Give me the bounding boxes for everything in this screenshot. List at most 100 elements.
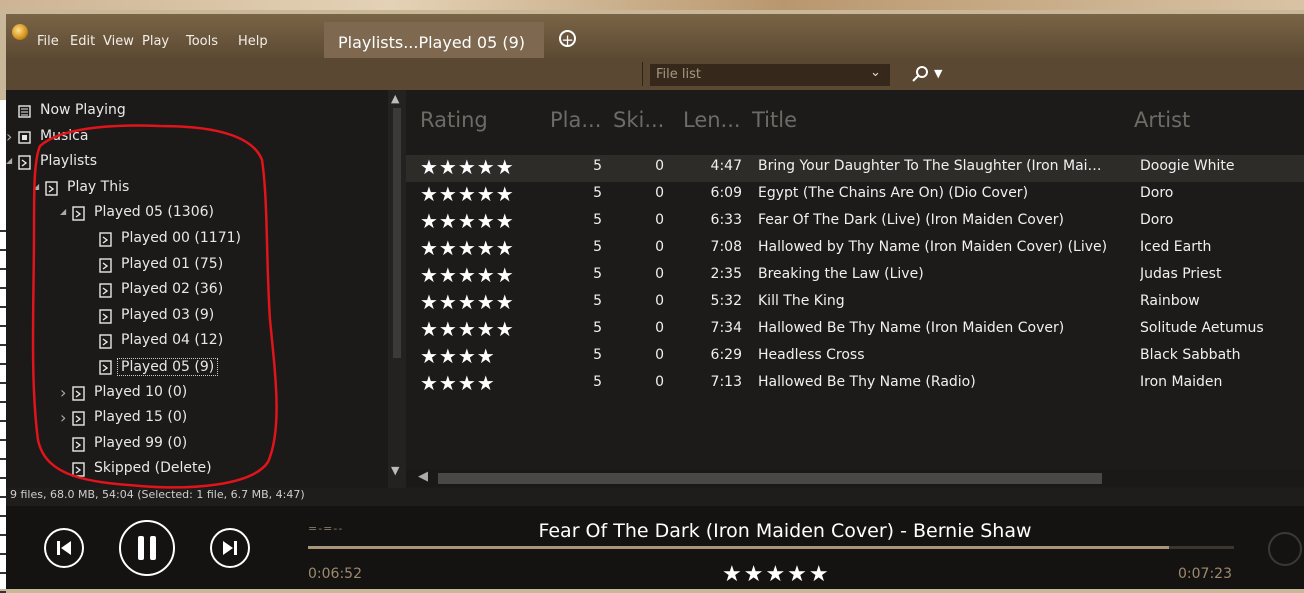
track-row[interactable]: ★★★★★ 5 0 7:08 Hallowed by Thy Name (Iron Ma… bbox=[406, 236, 1304, 263]
progress-bar[interactable] bbox=[308, 546, 1234, 549]
track-row[interactable]: ★★★★★ 5 0 6:09 Egypt (The Chains Are On) (Di… bbox=[406, 182, 1304, 209]
search-icon[interactable] bbox=[910, 64, 932, 84]
search-dropdown-icon[interactable]: ▼ bbox=[934, 67, 942, 80]
collapse-icon[interactable]: ◢ bbox=[6, 156, 12, 165]
menu-file[interactable]: File bbox=[37, 34, 59, 49]
horizontal-scrollbar[interactable]: ◀ bbox=[406, 469, 1304, 487]
tree-item-label: Played 02 (36) bbox=[121, 281, 224, 298]
playlist-icon bbox=[45, 181, 58, 196]
expand-icon[interactable]: › bbox=[60, 383, 66, 402]
playlist-icon bbox=[99, 257, 112, 273]
column-header-artist[interactable]: Artist bbox=[1134, 108, 1190, 132]
skipped-count: 0 bbox=[655, 266, 664, 282]
column-header-skipped[interactable]: Ski... bbox=[613, 108, 664, 132]
tree-item-label: Play This bbox=[67, 178, 130, 195]
track-row[interactable]: ★★★★★ 5 0 5:32 Kill The King Rainbow bbox=[406, 290, 1304, 317]
tree-item-label: Played 04 (12) bbox=[121, 332, 224, 349]
rating-stars: ★★★★★ bbox=[420, 263, 515, 287]
column-header-length[interactable]: Len... bbox=[683, 108, 741, 132]
horizontal-scroll-thumb[interactable] bbox=[438, 473, 1102, 484]
track-row[interactable]: ★★★★★ 5 0 4:47 Bring Your Daughter To The Sl… bbox=[406, 155, 1304, 182]
column-header-title[interactable]: Title bbox=[752, 108, 797, 132]
track-title: Kill The King bbox=[758, 293, 845, 309]
rating-stars: ★★★★ bbox=[420, 344, 496, 368]
now-playing-title: Fear Of The Dark (Iron Maiden Cover) - B… bbox=[538, 520, 1032, 542]
played-count: 5 bbox=[593, 239, 602, 255]
desktop-background bbox=[0, 0, 1304, 10]
expand-icon[interactable]: › bbox=[60, 408, 66, 427]
played-count: 5 bbox=[593, 185, 602, 201]
column-header-played[interactable]: Pla... bbox=[550, 108, 601, 132]
played-count: 5 bbox=[593, 347, 602, 363]
tree-item-label: Played 15 (0) bbox=[94, 409, 188, 426]
scroll-thumb[interactable] bbox=[393, 108, 401, 358]
view-select[interactable]: File list ⌄ bbox=[650, 64, 890, 86]
menu-play[interactable]: Play bbox=[142, 34, 169, 49]
skipped-count: 0 bbox=[655, 320, 664, 336]
track-row[interactable]: ★★★★★ 5 0 2:35 Breaking the Law (Live) Judas … bbox=[406, 263, 1304, 290]
rating-stars: ★★★★★ bbox=[420, 290, 515, 314]
played-count: 5 bbox=[593, 320, 602, 336]
track-length: 7:13 bbox=[710, 374, 742, 390]
playlist-icon bbox=[72, 206, 85, 222]
menu-help[interactable]: Help bbox=[238, 34, 268, 49]
repeat-icon[interactable] bbox=[1268, 532, 1302, 566]
track-length: 4:47 bbox=[710, 158, 742, 174]
track-title: Headless Cross bbox=[758, 347, 865, 363]
app-logo-icon[interactable] bbox=[12, 24, 28, 40]
plus-circle-icon: + bbox=[561, 31, 574, 49]
track-row[interactable]: ★★★★ 5 0 7:13 Hallowed Be Thy Name (Radio) Ir… bbox=[406, 371, 1304, 398]
track-row[interactable]: ★★★★ 5 0 6:29 Headless Cross Black Sabbath bbox=[406, 344, 1304, 371]
track-artist: Iron Maiden bbox=[1140, 374, 1223, 390]
played-count: 5 bbox=[593, 212, 602, 228]
collapse-icon[interactable]: ◢ bbox=[33, 182, 39, 191]
chevron-down-icon: ⌄ bbox=[870, 65, 881, 80]
menu-view[interactable]: View bbox=[103, 34, 134, 49]
skipped-count: 0 bbox=[655, 212, 664, 228]
played-count: 5 bbox=[593, 293, 602, 309]
menu-edit[interactable]: Edit bbox=[70, 34, 95, 49]
tree-item-label: Played 00 (1171) bbox=[121, 230, 241, 246]
column-header-rating[interactable]: Rating bbox=[420, 108, 488, 132]
tree-item-label: Played 01 (75) bbox=[121, 255, 224, 272]
menu-bar: File Edit View Play Tools Help Playlists… bbox=[6, 14, 1304, 58]
track-artist: Doogie White bbox=[1140, 158, 1235, 174]
now-playing-icon bbox=[18, 104, 31, 119]
skipped-count: 0 bbox=[655, 347, 664, 363]
skipped-count: 0 bbox=[655, 374, 664, 390]
tree-item-label: Skipped (Delete) bbox=[94, 460, 212, 477]
scroll-up-icon[interactable]: ▲ bbox=[391, 92, 399, 105]
scroll-left-icon[interactable]: ◀ bbox=[418, 469, 428, 484]
tab-playlist[interactable]: Playlists...Played 05 (9) bbox=[324, 22, 544, 58]
tree-item-label: Now Playing bbox=[40, 102, 126, 118]
now-playing-rating[interactable]: ★★★★★ bbox=[722, 562, 831, 587]
track-title: Hallowed by Thy Name (Iron Maiden Cover)… bbox=[758, 239, 1108, 255]
played-count: 5 bbox=[593, 374, 602, 390]
player-controls: =-=-- Fear Of The Dark (Iron Maiden Cove… bbox=[6, 506, 1304, 589]
track-title: Hallowed Be Thy Name (Radio) bbox=[758, 374, 976, 390]
navigation-tree: Now Playing › Musica ◢ Playlists ◢ Play This ◢ P… bbox=[6, 90, 388, 488]
track-length: 7:34 bbox=[710, 320, 742, 336]
track-row[interactable]: ★★★★★ 5 0 6:33 Fear Of The Dark (Live) (Iron… bbox=[406, 209, 1304, 236]
view-select-value: File list bbox=[656, 67, 701, 82]
menu-tools[interactable]: Tools bbox=[186, 34, 218, 49]
tree-item-label: Played 03 (9) bbox=[121, 306, 215, 323]
track-row[interactable]: ★★★★★ 5 0 7:34 Hallowed Be Thy Name (Iron Ma… bbox=[406, 317, 1304, 344]
track-list: Rating Pla... Ski... Len... Title Artist… bbox=[406, 90, 1304, 488]
music-player-window: File Edit View Play Tools Help Playlists… bbox=[6, 14, 1304, 589]
tree-item-label: Played 05 (1306) bbox=[94, 204, 214, 221]
elapsed-time: 0:06:52 bbox=[308, 566, 362, 582]
expand-icon[interactable]: › bbox=[6, 127, 12, 146]
rating-stars: ★★★★★ bbox=[420, 209, 515, 233]
playlist-icon bbox=[99, 309, 112, 324]
playlist-icon bbox=[99, 283, 112, 298]
tree-scrollbar[interactable]: ▲ ▼ bbox=[388, 90, 406, 488]
skipped-count: 0 bbox=[655, 293, 664, 309]
playlist-icon bbox=[72, 437, 85, 452]
scroll-down-icon[interactable]: ▼ bbox=[391, 464, 399, 477]
tab-playlist-label: Playlists...Played 05 (9) bbox=[338, 33, 526, 52]
collapse-icon[interactable]: ◢ bbox=[60, 207, 66, 216]
add-tab-button[interactable]: + bbox=[559, 30, 576, 49]
track-length: 5:32 bbox=[710, 293, 742, 309]
track-title: Egypt (The Chains Are On) (Dio Cover) bbox=[758, 185, 1029, 201]
